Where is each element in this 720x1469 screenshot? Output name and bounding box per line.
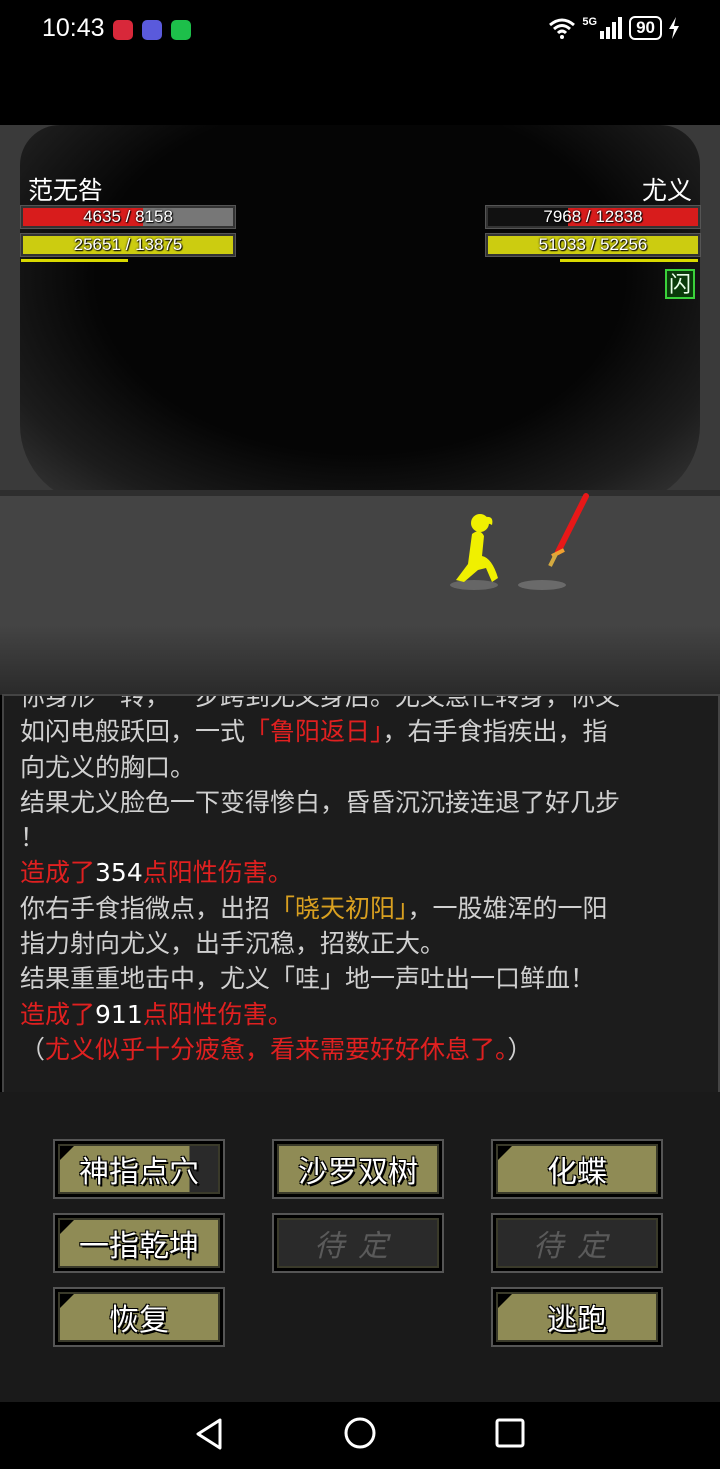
battle-log-segment: 造成了 [20,999,96,1029]
battle-log-segment: 你身形一转，一步跨到尤义身后。尤义急忙转身，你又 [20,694,621,711]
battle-log-line: （尤义似乎十分疲惫，看来需要好好休息了。） [20,1032,700,1067]
skill-button-1-label: 神指点穴 [79,1155,199,1190]
battle-log-segment: 911 [95,999,143,1029]
battle-log-line: 造成了911点阳性伤害。 [20,997,700,1032]
battle-log-segment: ，右手食指疾出，指 [382,717,608,747]
skill-button-2[interactable]: 沙罗双树 [272,1139,444,1199]
enemy-mp-text: 51033 / 52256 [538,235,648,254]
wifi-icon [549,18,576,39]
network-type: 5G [582,16,598,28]
skill-button-1[interactable]: 神指点穴 [53,1139,225,1199]
recents-square-icon[interactable] [494,1417,526,1449]
battle-log-segment: 结果尤义脸色一下变得惨白，昏昏沉沉接连退了好几步 [20,787,621,817]
status-bar: 10:43 5G 90 [0,0,720,62]
battle-log-segment: 「晓天初阳」 [270,893,408,923]
battle-log-line: 指力射向尤义，出手沉稳，招数正大。 [20,926,700,961]
battle-log-line: 你身形一转，一步跨到尤义身后。尤义急忙转身，你又 [20,694,700,714]
player-shadow [450,580,498,590]
skill-button-2-label: 沙罗双树 [298,1155,418,1190]
battle-log-segment: 「鲁阳返日」 [245,717,383,747]
message-app-icon [171,20,191,40]
home-circle-icon[interactable] [343,1416,377,1450]
player-hp-bar: 4635 / 8158 [20,205,236,229]
player-name: 范无咎 [28,176,104,205]
battle-log-segment: ，一股雄浑的一阳 [407,893,608,923]
action-panel: 神指点穴 沙罗双树 化蝶 一指乾坤 待定 待定 恢复 逃跑 [0,1092,720,1402]
battle-log-segment: 指力射向尤义，出手沉稳，招数正大。 [20,929,446,959]
back-triangle-icon[interactable] [194,1417,224,1451]
sword-icon [548,493,589,567]
battle-log-segment: 354 [95,858,143,888]
battle-log-segment: （ [20,1034,46,1064]
player-figure [456,514,498,582]
dodge-status-icon: 闪 [665,269,695,299]
battle-log-segment: 点阳性伤害。 [142,999,293,1029]
flee-button[interactable]: 逃跑 [491,1287,663,1347]
battle-log-segment: 如闪电般跃回，一式 [20,717,246,747]
enemy-hp-bar: 7968 / 12838 [485,205,701,229]
skill-button-3-label: 化蝶 [547,1155,607,1190]
battle-log-segment: 点阳性伤害。 [142,858,293,888]
battle-log-segment: 你右手食指微点，出招 [20,893,271,923]
player-hp-text: 4635 / 8158 [83,207,173,226]
huawei-app-icon [113,20,133,40]
app-notification-icon [142,20,162,40]
battle-log-segment: ） [507,1034,533,1064]
charging-bolt-icon [669,17,679,39]
player-stamina-bar [21,259,128,262]
battle-log-segment: ！ [20,823,46,853]
enemy-hp-text: 7968 / 12838 [543,207,643,226]
skill-button-5-label: 待定 [314,1229,402,1264]
skill-button-3[interactable]: 化蝶 [491,1139,663,1199]
battle-log-segment: 造成了 [20,858,96,888]
battle-log-line: 如闪电般跃回，一式「鲁阳返日」，右手食指疾出，指 [20,714,700,749]
night-sky [20,125,700,505]
system-nav-bar [0,1404,720,1469]
enemy-name: 尤义 [641,176,692,205]
battle-log-line: 向尤义的胸口。 [20,750,700,785]
battle-log-segment: 向尤义的胸口。 [20,752,196,782]
flee-button-label: 逃跑 [547,1303,607,1338]
skill-button-6-label: 待定 [533,1229,621,1264]
recover-button-label: 恢复 [109,1303,169,1338]
battle-log-segment: 结果重重地击中，尤义「哇」地一声吐出一口鲜血！ [20,964,596,994]
skill-button-4[interactable]: 一指乾坤 [53,1213,225,1273]
battle-log-segment: 尤义似乎十分疲惫，看来需要好好休息了。 [45,1034,508,1064]
skill-button-5-disabled: 待定 [272,1213,444,1273]
status-time: 10:43 [42,14,105,42]
player-mp-bar: 25651 / 13875 [20,233,236,257]
skill-button-6-disabled: 待定 [491,1213,663,1273]
ground-shadow [0,625,720,695]
enemy-mp-bar: 51033 / 52256 [485,233,701,257]
signal-icon [600,17,623,39]
battle-figures [450,493,589,590]
battle-log-line: 结果尤义脸色一下变得惨白，昏昏沉沉接连退了好几步 [20,785,700,820]
skill-button-4-label: 一指乾坤 [79,1229,199,1264]
battle-log-line: 结果重重地击中，尤义「哇」地一声吐出一口鲜血！ [20,961,700,996]
battle-log-text: 你身形一转，一步跨到尤义身后。尤义急忙转身，你又 如闪电般跃回，一式「鲁阳返日」，… [20,694,700,1067]
battery-indicator: 90 [629,16,662,40]
battle-log-line: 你右手食指微点，出招「晓天初阳」，一股雄浑的一阳 [20,891,700,926]
player-mp-text: 25651 / 13875 [73,235,183,254]
enemy-stamina-bar [560,259,698,262]
battle-log-line: 造成了354点阳性伤害。 [20,855,700,890]
battle-log[interactable]: 你身形一转，一步跨到尤义身后。尤义急忙转身，你又 如闪电般跃回，一式「鲁阳返日」，… [2,694,720,1094]
recover-button[interactable]: 恢复 [53,1287,225,1347]
battle-scene: 范无咎 4635 / 8158 25651 / 13875 尤义 7968 / … [0,125,720,695]
enemy-shadow [518,580,566,590]
battle-log-line: ！ [20,820,700,855]
